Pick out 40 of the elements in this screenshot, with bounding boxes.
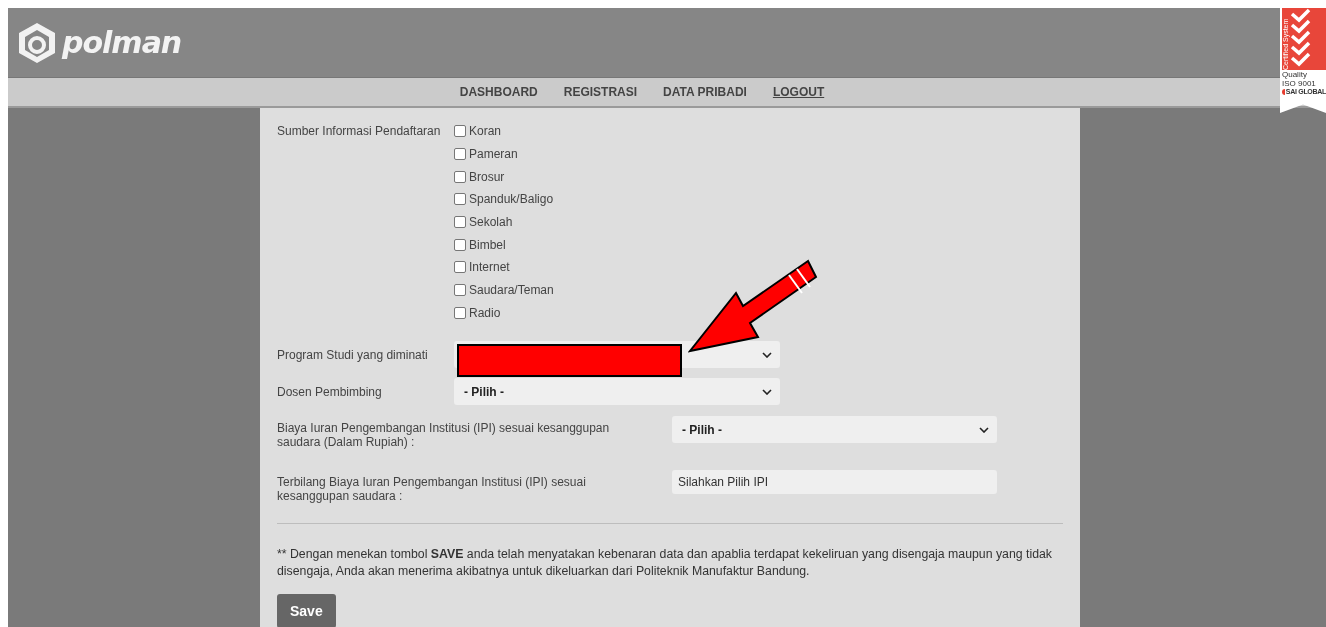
checkbox[interactable] (454, 238, 466, 251)
field-label: Program Studi yang diminati (277, 347, 429, 362)
checkbox-label: Spanduk/Baligo (469, 192, 554, 207)
field-label: Biaya Iuran Pengembangan Institusi (IPI) sesuai kesanggupan saudara (Dalam Rupiah) : (277, 421, 611, 450)
ipi-select[interactable]: - Pilih - (672, 416, 997, 444)
disclaimer-text: ** Dengan menekan tombol SAVE anda telah menyatakan kebenaran data dan apablia terdapat kekeliruan yang disengaja maupun yang tidak disengaja, Anda akan menerima akibatnya untuk dikeluarkan dari Politeknik Manufaktur Bandung. (277, 546, 1054, 581)
checkbox[interactable] (454, 148, 466, 161)
chevron-down-icon (979, 426, 989, 433)
nav-link[interactable]: REGISTRASI (563, 85, 638, 99)
checkbox[interactable] (454, 170, 466, 183)
checkbox-label: Saudara/Teman (469, 283, 554, 298)
field-label: Terbilang Biaya Iuran Pengembangan Institusi (IPI) sesuai kesanggupan saudara : (277, 475, 587, 504)
nav-link[interactable]: LOGOUT (772, 85, 825, 99)
chevron-down-icon (762, 388, 772, 395)
checkbox[interactable] (454, 216, 466, 229)
checkbox-label: Pameran (469, 147, 518, 162)
checkbox[interactable] (454, 193, 466, 206)
badge-text: ISO 9001 (1282, 79, 1317, 88)
hexagon-logo-icon (16, 20, 58, 65)
dosen-select[interactable]: - Pilih - (454, 378, 780, 406)
terbilang-field[interactable]: Silahkan Pilih IPI (672, 470, 997, 495)
field-label: Dosen Pembimbing (277, 384, 383, 399)
checkbox[interactable] (454, 284, 466, 297)
nav-link[interactable]: DATA PRIBADI (663, 85, 747, 99)
checkbox-label: Internet (469, 260, 510, 275)
chevron-down-icon (762, 351, 772, 358)
badge-text: Quality (1282, 70, 1308, 79)
checkbox-label: Koran (469, 124, 502, 139)
checkbox-label: Bimbel (469, 237, 506, 252)
checkmarks-icon (1289, 8, 1311, 68)
checkbox[interactable] (454, 261, 466, 274)
checkbox-label: Radio (469, 305, 501, 320)
field-label: Sumber Informasi Pendaftaran (277, 123, 442, 140)
checkbox-label: Brosur (469, 169, 505, 184)
checkbox-label: Sekolah (469, 215, 513, 230)
checkbox[interactable] (454, 306, 466, 319)
checkbox[interactable] (454, 125, 466, 138)
logo-wordmark: polman (62, 25, 182, 60)
nav-link[interactable]: DASHBOARD (459, 85, 538, 99)
save-button[interactable]: Save (277, 594, 336, 627)
